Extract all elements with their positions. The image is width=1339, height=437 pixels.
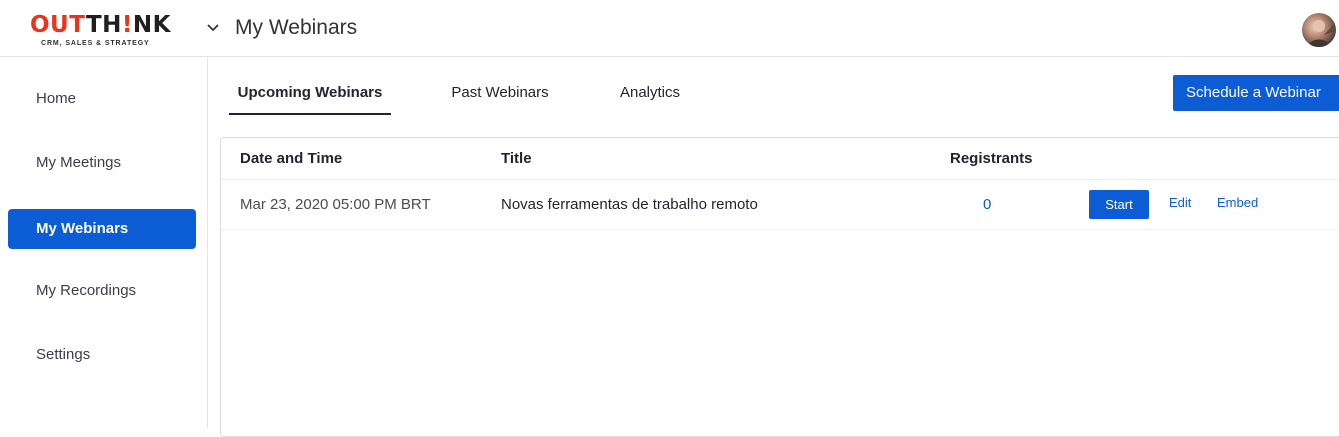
- page-title: My Webinars: [235, 16, 358, 39]
- sidebar-item-my-webinars[interactable]: My Webinars: [8, 209, 196, 249]
- logo-tagline: CRM, SALES & STRATEGY: [41, 40, 150, 47]
- webinar-datetime: Mar 23, 2020 05:00 PM BRT: [240, 196, 431, 213]
- column-header-registrants[interactable]: Registrants: [950, 138, 1033, 180]
- registrants-count[interactable]: 0: [983, 180, 991, 230]
- logo-part-ou: OU: [30, 12, 70, 38]
- sidebar-item-my-meetings[interactable]: My Meetings: [8, 143, 196, 183]
- webinar-title[interactable]: Novas ferramentas de trabalho remoto: [501, 180, 758, 230]
- logo-part-nk: NK: [132, 12, 171, 38]
- table-row: Mar 23, 2020 05:00 PM BRT Novas ferramen…: [221, 180, 1339, 230]
- logo-part-exclaim: !: [121, 12, 133, 38]
- sidebar: Home My Meetings My Webinars My Recordin…: [0, 57, 208, 428]
- column-header-date-time[interactable]: Date and Time: [240, 138, 342, 180]
- outthink-logo[interactable]: OUTTH!NK CRM, SALES & STRATEGY: [30, 8, 175, 50]
- avatar-image-icon: [1308, 20, 1336, 47]
- logo-part-th: TH: [85, 12, 122, 38]
- edit-webinar-link[interactable]: Edit: [1169, 180, 1191, 226]
- tab-past-webinars[interactable]: Past Webinars: [445, 57, 555, 115]
- webinars-table: Date and Time Title Registrants Mar 23, …: [220, 137, 1339, 437]
- sidebar-item-my-recordings[interactable]: My Recordings: [8, 271, 196, 311]
- embed-webinar-link[interactable]: Embed: [1217, 180, 1258, 226]
- logo-wordmark: OUTTH!NK: [30, 12, 171, 38]
- column-header-title[interactable]: Title: [501, 138, 532, 180]
- sidebar-item-home[interactable]: Home: [8, 79, 196, 119]
- sidebar-item-settings[interactable]: Settings: [8, 335, 196, 375]
- start-webinar-button[interactable]: Start: [1089, 190, 1149, 219]
- logo-part-t: T: [69, 12, 86, 38]
- tab-analytics[interactable]: Analytics: [613, 57, 687, 115]
- schedule-webinar-button[interactable]: Schedule a Webinar: [1173, 75, 1339, 111]
- chevron-down-icon[interactable]: [205, 19, 221, 35]
- webinar-tabs: Upcoming Webinars Past Webinars Analytic…: [209, 57, 1339, 117]
- tab-upcoming-webinars[interactable]: Upcoming Webinars: [229, 57, 391, 115]
- top-bar: OUTTH!NK CRM, SALES & STRATEGY My Webina…: [0, 0, 1339, 57]
- user-avatar[interactable]: [1302, 13, 1336, 47]
- table-header: Date and Time Title Registrants: [221, 138, 1339, 180]
